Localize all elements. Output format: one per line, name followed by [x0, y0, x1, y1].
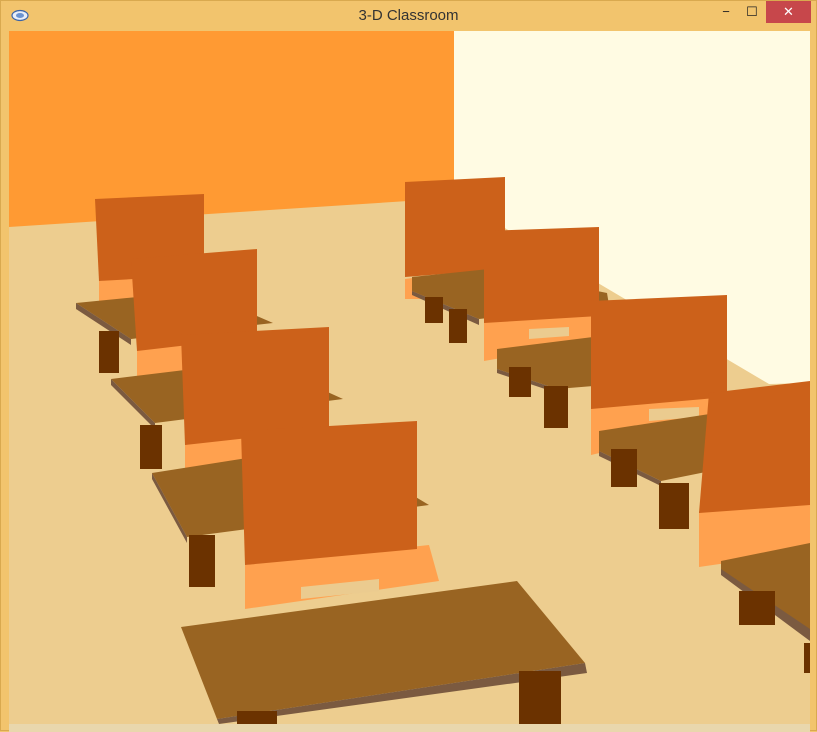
- maximize-button[interactable]: ☐: [739, 1, 765, 23]
- classroom-scene: [9, 31, 810, 724]
- window-title: 3-D Classroom: [358, 7, 459, 24]
- title-bar[interactable]: 3-D Classroom − ☐ ✕: [1, 1, 816, 31]
- minimize-button[interactable]: −: [713, 1, 739, 23]
- desk-set-left-4: [241, 421, 439, 609]
- app-window: 3-D Classroom − ☐ ✕: [0, 0, 817, 732]
- close-button[interactable]: ✕: [766, 1, 811, 23]
- 3d-viewport[interactable]: [9, 31, 810, 724]
- back-wall: [9, 31, 454, 227]
